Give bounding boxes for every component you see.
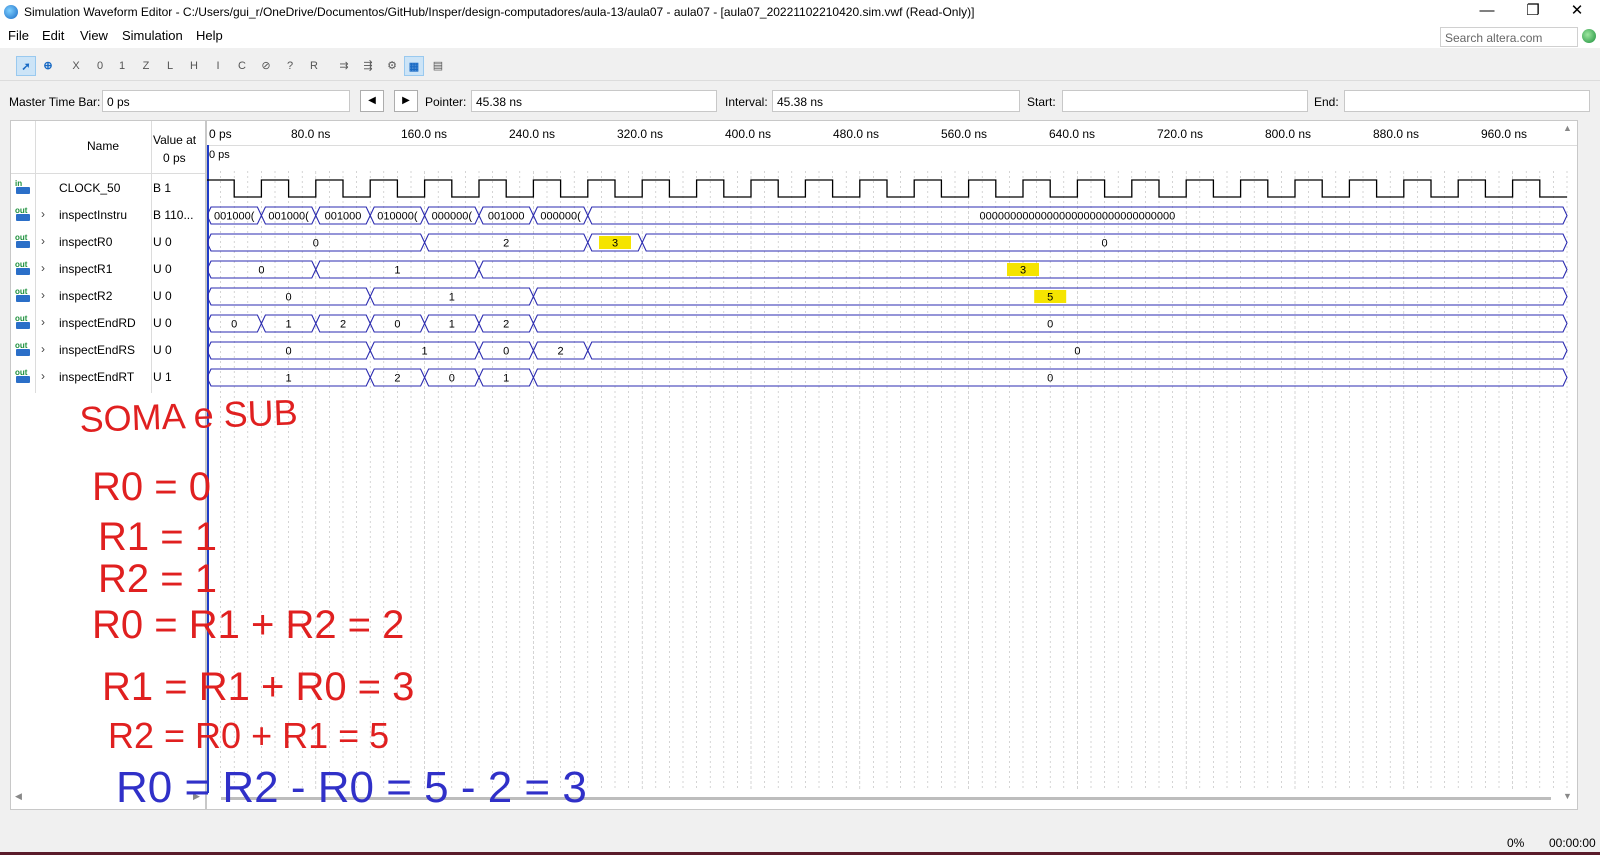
annotation-red: R2 = R0 + R1 = 5 xyxy=(108,715,389,756)
annotation-red: R1 = R1 + R0 = 3 xyxy=(102,665,414,709)
annotation-red: R0 = 0 xyxy=(92,465,211,509)
annotation-red: R1 = 1 xyxy=(98,515,217,559)
elapsed-time: 00:00:00 xyxy=(1549,836,1596,850)
annotation-blue: R0 = R2 - R0 = 5 - 2 = 3 xyxy=(116,763,587,812)
annotation-red: R0 = R1 + R2 = 2 xyxy=(92,603,404,647)
annotation-red: SOMA e SUB xyxy=(79,391,298,440)
annotation-red: R2 = 1 xyxy=(98,557,217,601)
annotation-overlay: SOMA e SUB R0 = 0 R1 = 1 R2 = 1 R0 = R1 … xyxy=(79,391,587,812)
progress-percent: 0% xyxy=(1507,836,1525,850)
